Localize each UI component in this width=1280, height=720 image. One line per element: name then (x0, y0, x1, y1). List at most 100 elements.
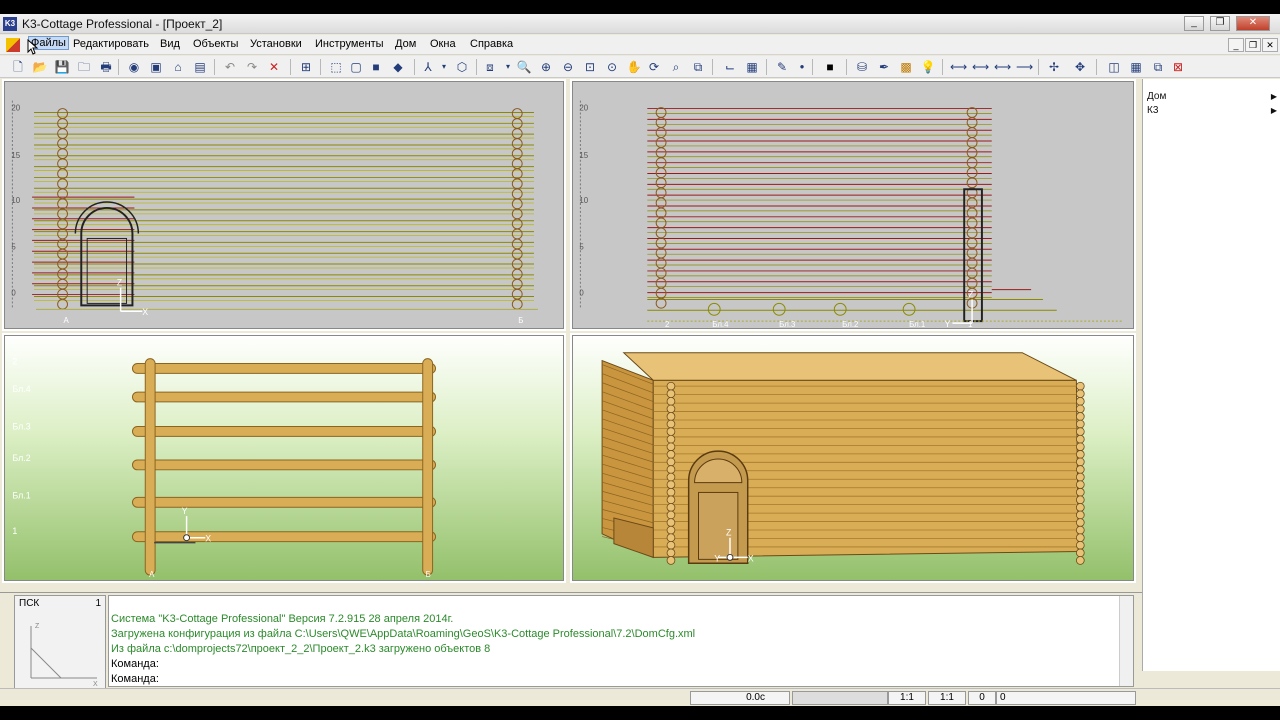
dot-icon[interactable]: ● (794, 59, 810, 75)
layers-icon[interactable]: ▦ (744, 59, 760, 75)
eyedropper-icon[interactable]: ✒ (876, 59, 892, 75)
corner-log-end (1075, 548, 1085, 558)
document-icon[interactable] (6, 38, 20, 52)
texture-icon[interactable]: ▩ (898, 59, 914, 75)
cube-hidden-icon[interactable]: ▢ (348, 59, 364, 75)
zoom-out-icon[interactable]: ⊖ (560, 59, 576, 75)
undo-icon[interactable]: ↶ (222, 59, 238, 75)
k3-logo-icon[interactable]: K3 (3, 17, 17, 31)
zoom-scale-icon[interactable]: ⧉ (690, 59, 706, 75)
viewport-perspective[interactable]: Z X Y (570, 333, 1136, 583)
rotate-icon[interactable]: ⟳ (646, 59, 662, 75)
house-icon[interactable]: ⌂ (170, 59, 186, 75)
viewport-plan[interactable]: 2 Бл.4 Бл.3 Бл.2 Бл.1 1 Y X А Б (2, 333, 566, 583)
library-icon[interactable]: ◉ (126, 59, 142, 75)
grid-icon[interactable]: ⊞ (298, 59, 314, 75)
3d-view-icon[interactable]: ⬡ (454, 59, 470, 75)
dimension-icon[interactable]: ⟷ (950, 59, 967, 75)
snap-icon[interactable]: ⌙ (722, 59, 738, 75)
plan-log-beam (131, 496, 437, 508)
folder-icon[interactable]: 🗀 (76, 59, 92, 75)
view-cube-icon[interactable]: ⧈ (482, 59, 498, 75)
light-bulb-icon[interactable]: 💡 (920, 59, 936, 75)
zoom-previous-icon[interactable]: ⌕ (668, 59, 684, 75)
save-icon[interactable]: 💾 (54, 59, 70, 75)
zoom-window-icon[interactable]: 🔍 (516, 59, 532, 75)
axis-y-label: Y (714, 553, 720, 563)
redo-icon[interactable]: ↷ (244, 59, 260, 75)
render-icon[interactable]: ◆ (390, 59, 406, 75)
log-end-circle (511, 188, 523, 200)
dropdown-arrow-icon[interactable]: ▾ (436, 59, 452, 75)
menu-edit[interactable]: Редактировать (73, 38, 149, 50)
x-axis-label: 2 (665, 320, 669, 329)
dimension-point-icon[interactable]: ⟷ (994, 59, 1011, 75)
paint-bucket-icon[interactable]: ⛁ (854, 59, 870, 75)
open-folder-icon[interactable]: 📂 (32, 59, 48, 75)
pencil-icon[interactable]: ✎ (774, 59, 790, 75)
menu-view[interactable]: Вид (160, 38, 180, 50)
chevron-right-icon[interactable]: ▶ (1271, 106, 1277, 115)
axes-icon[interactable]: ⅄ (420, 59, 436, 75)
corner-log-end (666, 503, 676, 512)
delete-icon[interactable]: ✕ (266, 59, 282, 75)
dimension-end-icon[interactable]: ⟶ (1016, 59, 1033, 75)
four-views-icon[interactable]: ▦ (1128, 59, 1144, 75)
mdi-close-button[interactable]: ✕ (1262, 38, 1278, 52)
zoom-in-icon[interactable]: ⊕ (538, 59, 554, 75)
log-scrollbar[interactable] (1119, 596, 1133, 686)
tree-item-k3[interactable]: К3 (1147, 105, 1158, 116)
menu-settings[interactable]: Установки (250, 38, 302, 50)
zoom-extents-icon[interactable]: ⊡ (582, 59, 598, 75)
window-cascade-icon[interactable]: ⧉ (1150, 59, 1166, 75)
dimension-chain-icon[interactable]: ⟷ (972, 59, 989, 75)
project-icon[interactable]: ▤ (192, 59, 208, 75)
y-tick-label: 5 (11, 242, 16, 251)
corner-log-end (666, 518, 676, 527)
menu-help[interactable]: Справка (470, 38, 513, 50)
y-tick-label: 10 (11, 196, 20, 205)
pan-icon[interactable]: ✋ (626, 59, 642, 75)
viewport-front-elevation[interactable]: 20 15 10 5 0 Z X А Б (2, 79, 566, 331)
log-end-circle (511, 228, 523, 240)
mdi-restore-button[interactable]: ❐ (1245, 38, 1261, 52)
mdi-minimize-button[interactable]: _ (1228, 38, 1244, 52)
viewport-side-elevation[interactable]: 20 15 10 5 0 2 Бл.4 Бл.3 Бл.2 Бл.1 1 Z Y (570, 79, 1136, 331)
command-input[interactable]: Команда: (111, 672, 1133, 687)
menu-windows[interactable]: Окна (430, 38, 456, 50)
plan-axis-label: Бл.2 (12, 453, 30, 463)
maximize-button[interactable]: ❐ (1210, 16, 1230, 31)
cube-solid-icon[interactable]: ■ (368, 59, 384, 75)
catalog-icon[interactable]: ▣ (148, 59, 164, 75)
point-snap-icon[interactable]: ✢ (1046, 59, 1062, 75)
corner-log-end (666, 412, 676, 421)
minimize-button[interactable]: _ (1184, 16, 1204, 31)
corner-log-end (1075, 540, 1085, 550)
command-log[interactable]: Система "K3-Cottage Professional" Версия… (108, 595, 1134, 687)
zoom-all-icon[interactable]: ⊙ (604, 59, 620, 75)
plan-log-beam (131, 531, 437, 543)
log-end-circle (511, 108, 523, 119)
new-file-icon[interactable]: 🗋 (10, 59, 26, 75)
log-end-circle (966, 267, 978, 279)
log-end-circle (966, 177, 978, 189)
status-time: 0.0c (690, 691, 790, 705)
menu-house[interactable]: Дом (395, 38, 416, 50)
cube-wire-icon[interactable]: ⬚ (328, 59, 344, 75)
menu-tools[interactable]: Инструменты (315, 38, 384, 50)
origin-marker (183, 534, 191, 542)
move-icon[interactable]: ✥ (1072, 59, 1088, 75)
color-swatch-icon[interactable]: ■ (822, 59, 838, 75)
y-tick-label: 10 (579, 196, 588, 205)
close-views-icon[interactable]: ⊠ (1170, 59, 1186, 75)
menu-objects[interactable]: Объекты (193, 38, 238, 50)
print-icon[interactable]: 🖶 (98, 59, 114, 75)
split-view-icon[interactable]: ◫ (1106, 59, 1122, 75)
close-button[interactable]: ✕ (1236, 16, 1270, 31)
dropdown-arrow-icon[interactable]: ▾ (500, 59, 516, 75)
log-end-circle (966, 237, 978, 249)
log-end-circle (655, 227, 667, 239)
chevron-right-icon[interactable]: ▶ (1271, 92, 1277, 101)
tree-item-house[interactable]: Дом (1147, 91, 1166, 102)
log-end-circle (57, 148, 68, 160)
